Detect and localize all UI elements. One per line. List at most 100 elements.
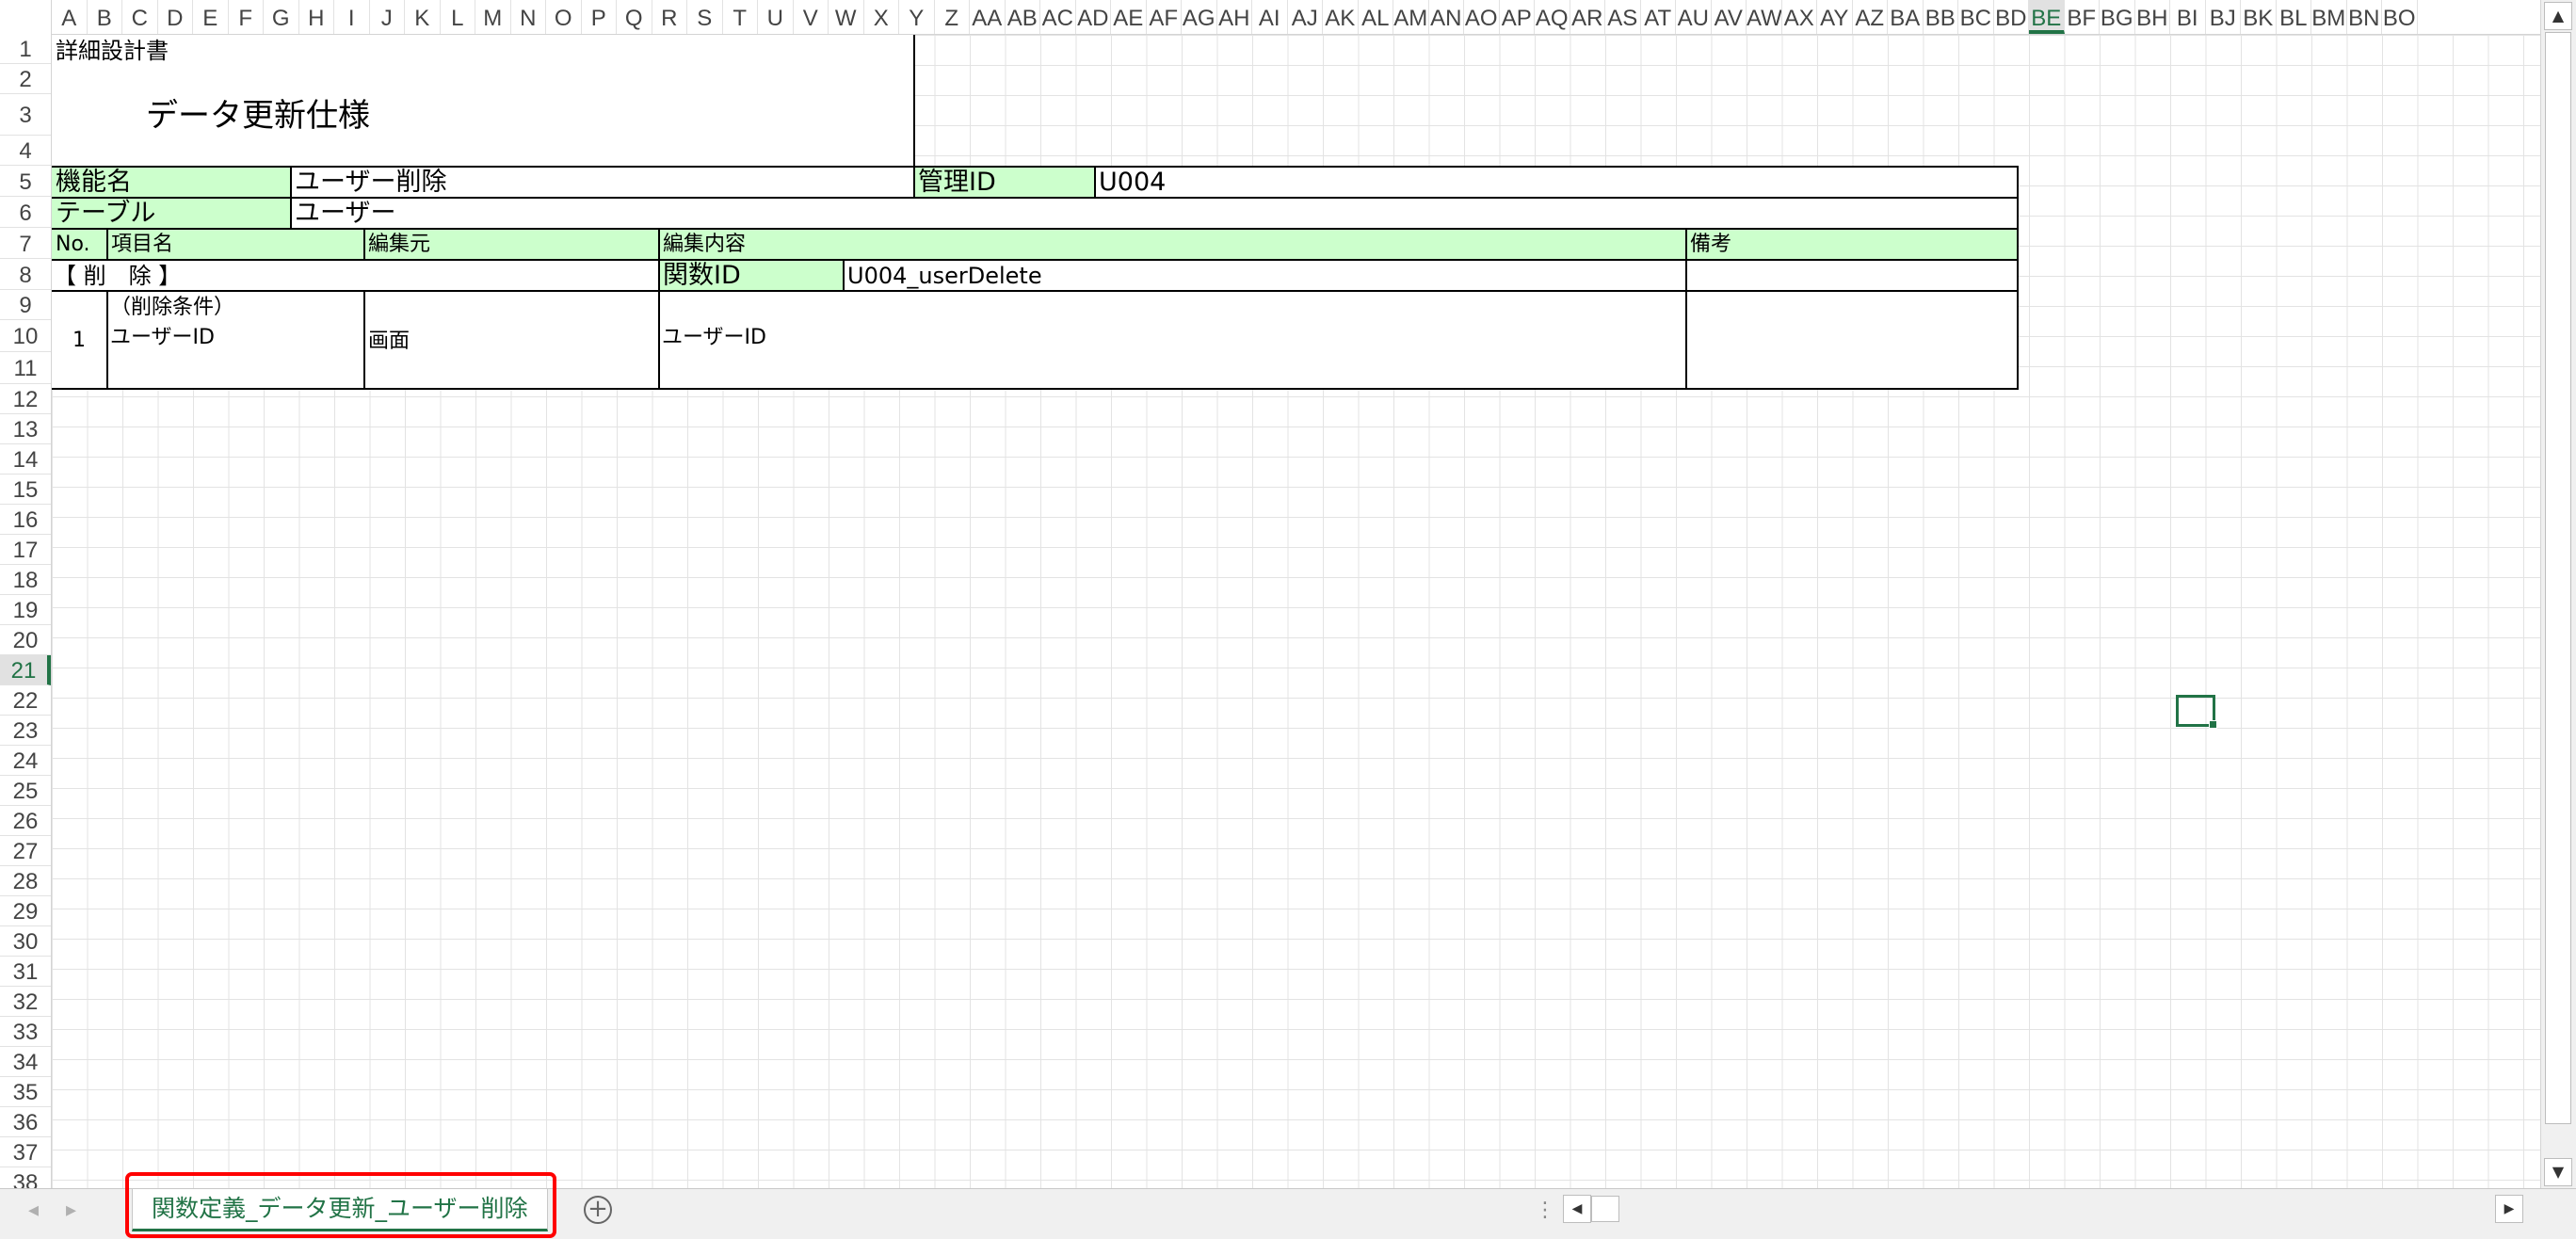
column-header-cell[interactable]: AM — [1393, 0, 1429, 34]
column-header-cell[interactable]: AE — [1111, 0, 1147, 34]
row-header-cell[interactable]: 26 — [0, 806, 51, 836]
row-header-cell[interactable]: 19 — [0, 595, 51, 625]
column-header-cell[interactable]: W — [829, 0, 864, 34]
column-header-cell[interactable]: AZ — [1853, 0, 1888, 34]
row-header-cell[interactable]: 9 — [0, 290, 51, 320]
column-header-cell[interactable]: AK — [1323, 0, 1359, 34]
column-header-cell[interactable]: AX — [1782, 0, 1817, 34]
column-header-cell[interactable]: F — [229, 0, 264, 34]
row-header-cell[interactable]: 22 — [0, 685, 51, 716]
row-header-cell[interactable]: 11 — [0, 352, 51, 384]
select-all-corner[interactable] — [0, 0, 52, 34]
column-header-cell[interactable]: P — [582, 0, 617, 34]
column-header-cell[interactable]: A — [52, 0, 88, 34]
vertical-scrollbar[interactable]: ▲ ▼ — [2540, 0, 2576, 1188]
column-header-cell[interactable]: AV — [1712, 0, 1747, 34]
row-header-cell[interactable]: 35 — [0, 1077, 51, 1107]
column-header-cell[interactable]: BC — [1958, 0, 1994, 34]
row-header-cell[interactable]: 37 — [0, 1137, 51, 1167]
column-header-cell[interactable]: AQ — [1535, 0, 1570, 34]
column-header-cell[interactable]: BK — [2241, 0, 2277, 34]
row-header-cell[interactable]: 24 — [0, 746, 51, 776]
row-header-cell[interactable]: 38 — [0, 1167, 51, 1188]
column-header-cell[interactable]: BI — [2170, 0, 2206, 34]
column-header-cell[interactable]: BM — [2311, 0, 2347, 34]
column-header-cell[interactable]: B — [88, 0, 122, 34]
row-header-cell[interactable]: 4 — [0, 136, 51, 166]
tab-scroll-left-icon[interactable]: ◂ — [28, 1199, 39, 1222]
column-header-cell[interactable]: AU — [1676, 0, 1712, 34]
row-header-cell[interactable]: 31 — [0, 957, 51, 987]
column-header-cell[interactable]: N — [511, 0, 546, 34]
column-header-cell[interactable]: AL — [1359, 0, 1393, 34]
column-header-cell[interactable]: BE — [2029, 0, 2065, 34]
column-header-cell[interactable]: O — [546, 0, 582, 34]
add-sheet-icon[interactable]: + — [584, 1196, 612, 1224]
column-header-cell[interactable]: V — [794, 0, 829, 34]
column-header-cell[interactable]: D — [158, 0, 193, 34]
column-header-cell[interactable]: T — [723, 0, 758, 34]
column-header-cell[interactable]: BA — [1888, 0, 1924, 34]
column-header-cell[interactable]: AF — [1147, 0, 1182, 34]
row-header-cell[interactable]: 27 — [0, 836, 51, 866]
row-header-cell[interactable]: 33 — [0, 1017, 51, 1047]
column-header-cell[interactable]: AW — [1747, 0, 1782, 34]
column-header-cell[interactable]: BD — [1994, 0, 2029, 34]
row-header-cell[interactable]: 17 — [0, 535, 51, 565]
column-header-cell[interactable]: G — [264, 0, 299, 34]
column-header-cell[interactable]: C — [122, 0, 158, 34]
column-header-cell[interactable]: AA — [970, 0, 1006, 34]
column-header-cell[interactable]: AD — [1076, 0, 1111, 34]
row-header-cell[interactable]: 1 — [0, 34, 51, 64]
column-header-cell[interactable]: BH — [2135, 0, 2170, 34]
row-header-cell[interactable]: 32 — [0, 987, 51, 1017]
column-header-cell[interactable]: BJ — [2206, 0, 2241, 34]
splitter-dots-icon[interactable]: ⋮ — [1535, 1199, 1555, 1222]
scroll-up-icon[interactable]: ▲ — [2544, 2, 2572, 30]
column-header-cell[interactable]: S — [687, 0, 723, 34]
column-header-cell[interactable]: E — [193, 0, 229, 34]
row-header-cell[interactable]: 25 — [0, 776, 51, 806]
column-header-cell[interactable]: AR — [1570, 0, 1605, 34]
row-header-cell[interactable]: 13 — [0, 414, 51, 444]
row-header-cell[interactable]: 20 — [0, 625, 51, 655]
column-header-cell[interactable]: I — [334, 0, 370, 34]
column-header-cell[interactable]: Y — [899, 0, 935, 34]
row-header-cell[interactable]: 18 — [0, 565, 51, 595]
worksheet-grid[interactable]: 詳細設計書 データ更新仕様 機能名 ユーザー削除 管理ID U004 テーブル … — [52, 35, 2540, 1188]
column-header-cell[interactable]: AG — [1182, 0, 1217, 34]
tab-scroll-right-icon[interactable]: ▸ — [66, 1199, 76, 1222]
row-header-cell[interactable]: 8 — [0, 259, 51, 290]
column-header-cell[interactable]: AC — [1040, 0, 1076, 34]
column-header-cell[interactable]: BF — [2065, 0, 2100, 34]
column-header-cell[interactable]: X — [864, 0, 899, 34]
column-header-cell[interactable]: BL — [2277, 0, 2311, 34]
column-header-cell[interactable]: Z — [935, 0, 970, 34]
column-header-cell[interactable]: AP — [1500, 0, 1535, 34]
row-header-cell[interactable]: 29 — [0, 896, 51, 926]
row-header-cell[interactable]: 2 — [0, 64, 51, 94]
row-header-cell[interactable]: 5 — [0, 166, 51, 197]
row-header-cell[interactable]: 10 — [0, 320, 51, 352]
row-header-cell[interactable]: 21 — [0, 655, 51, 685]
column-header-cell[interactable]: AN — [1429, 0, 1464, 34]
active-cell-selection[interactable] — [2176, 695, 2217, 729]
column-header-cell[interactable]: AI — [1252, 0, 1288, 34]
column-header-cell[interactable]: BO — [2382, 0, 2418, 34]
column-header-cell[interactable]: BN — [2347, 0, 2382, 34]
vertical-scroll-thumb[interactable] — [2545, 32, 2571, 1124]
row-header-cell[interactable]: 12 — [0, 384, 51, 414]
horizontal-scrollbar[interactable]: ◀ ▶ — [1563, 1195, 2523, 1223]
column-header-cell[interactable]: AB — [1006, 0, 1040, 34]
column-header-cell[interactable]: R — [652, 0, 687, 34]
horizontal-scroll-thumb[interactable] — [1591, 1196, 1619, 1222]
column-header-cell[interactable]: BB — [1924, 0, 1958, 34]
row-header-cell[interactable]: 28 — [0, 866, 51, 896]
column-header-cell[interactable]: AJ — [1288, 0, 1323, 34]
row-header-cell[interactable]: 30 — [0, 926, 51, 957]
column-header-cell[interactable]: AY — [1817, 0, 1853, 34]
scroll-right-icon[interactable]: ▶ — [2495, 1195, 2523, 1223]
column-header-cell[interactable]: AS — [1605, 0, 1641, 34]
row-header-cell[interactable]: 6 — [0, 197, 51, 228]
row-header-cell[interactable]: 23 — [0, 716, 51, 746]
